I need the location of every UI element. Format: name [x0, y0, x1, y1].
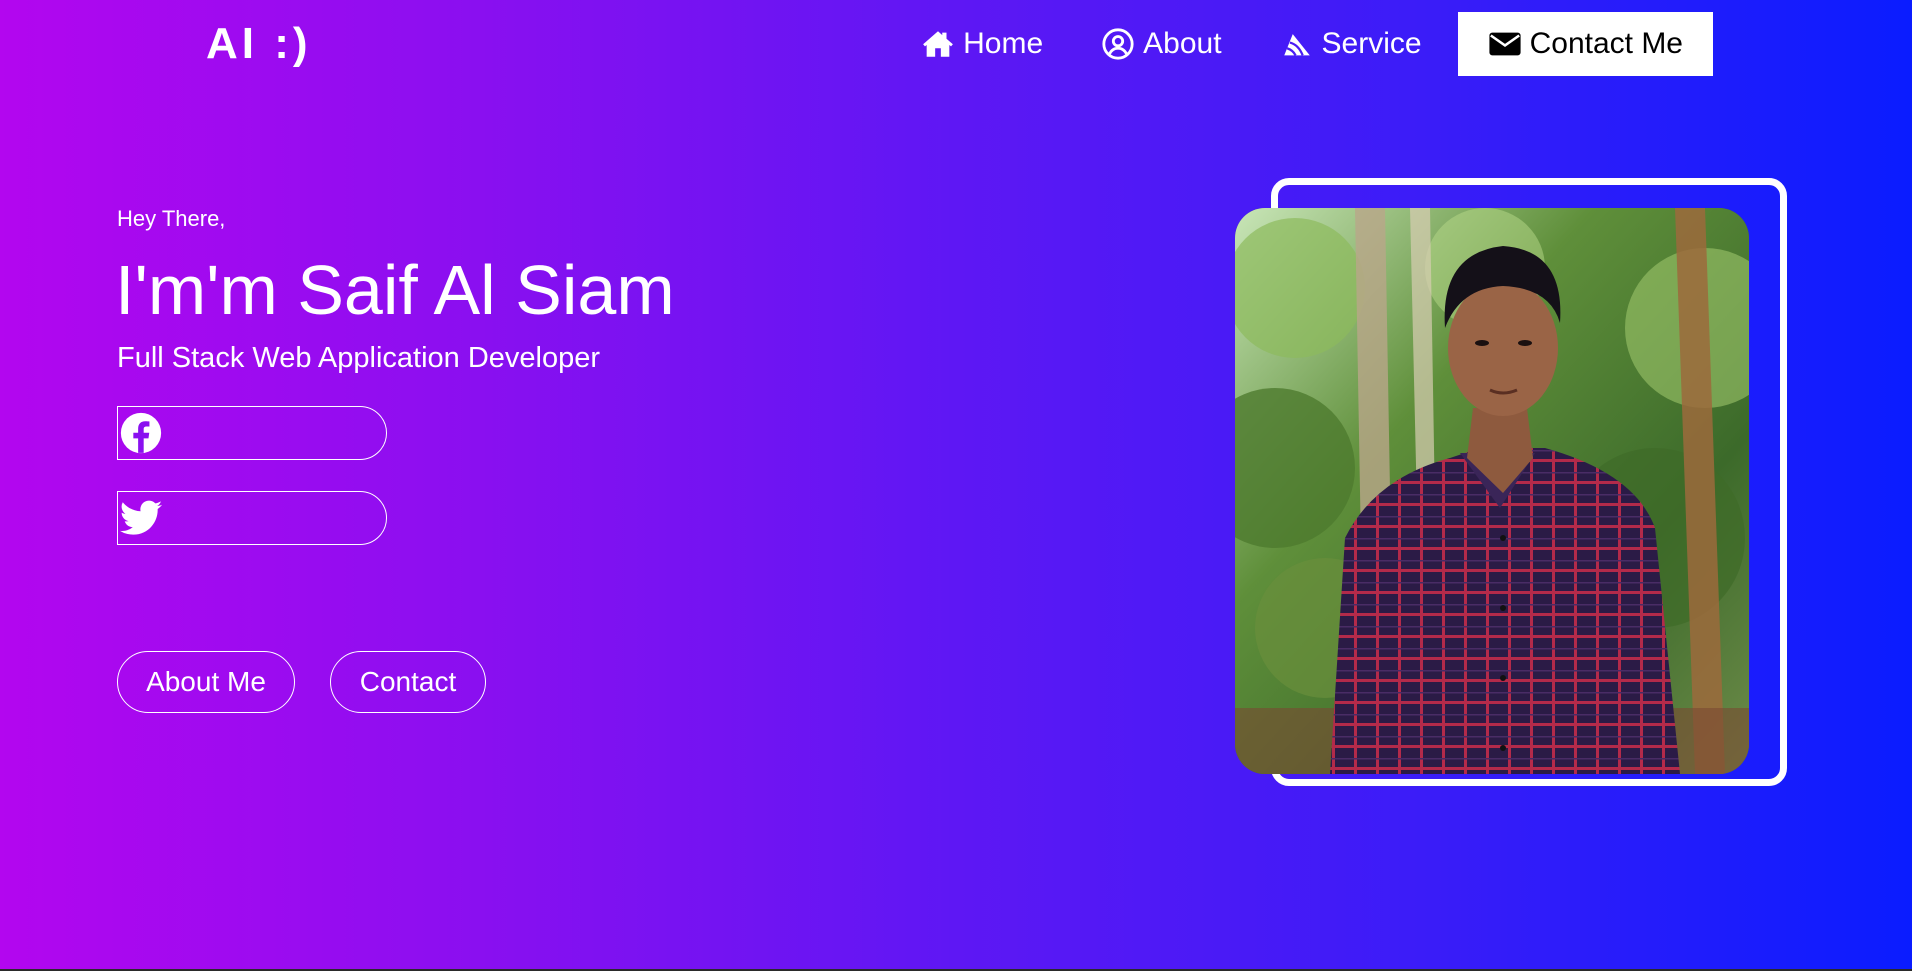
- hero-greeting: Hey There,: [117, 206, 226, 231]
- contact-button[interactable]: Contact: [330, 651, 486, 713]
- profile-photo: [1235, 208, 1749, 774]
- nav-service-label: Service: [1321, 27, 1422, 60]
- home-icon: [921, 27, 955, 61]
- nav-home-label: Home: [963, 27, 1044, 60]
- nav-service[interactable]: Service: [1258, 12, 1444, 76]
- facebook-icon: [118, 410, 164, 456]
- service-icon: [1280, 27, 1314, 61]
- hero-name: I'm'm Saif Al Siam: [115, 251, 675, 329]
- hero-page: AI :) Home About Service Contact Me Hey …: [0, 0, 1912, 971]
- about-me-button[interactable]: About Me: [117, 651, 295, 713]
- twitter-link[interactable]: [117, 491, 387, 545]
- nav-about[interactable]: About: [1079, 12, 1243, 76]
- twitter-icon: [118, 495, 164, 541]
- nav-about-label: About: [1143, 27, 1222, 60]
- user-circle-icon: [1101, 27, 1135, 61]
- site-logo[interactable]: AI :): [206, 18, 312, 70]
- nav-contact-me[interactable]: Contact Me: [1457, 12, 1713, 76]
- facebook-link[interactable]: [117, 406, 387, 460]
- nav-contact-me-label: Contact Me: [1529, 27, 1683, 60]
- envelope-icon: [1488, 27, 1522, 61]
- hero-role: Full Stack Web Application Developer: [117, 342, 601, 374]
- main-nav: Home About Service Contact Me: [885, 12, 1713, 76]
- nav-home[interactable]: Home: [899, 12, 1065, 76]
